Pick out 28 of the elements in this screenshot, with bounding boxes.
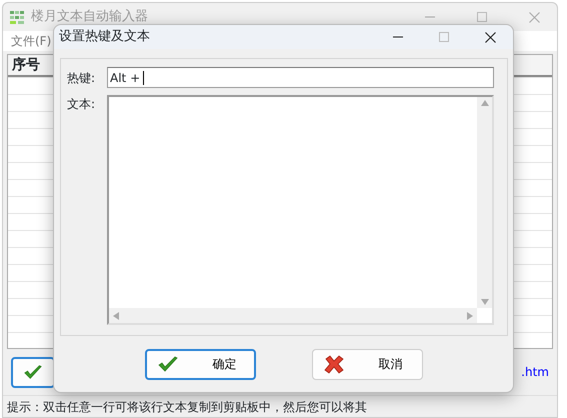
field-label: 热键: [67,70,96,86]
ok-button[interactable] [11,356,55,388]
minimize-icon [425,16,435,18]
scroll-up-icon [480,100,488,106]
field-label: 文本: [67,96,96,113]
hotkey-field[interactable]: Alt + [107,67,494,88]
scroll-left-icon [113,312,119,320]
ok-button[interactable]: 确定 [144,348,256,380]
close-icon [528,12,540,22]
scroll-right-icon [467,312,473,320]
minimize-icon [393,36,403,38]
cancel-button[interactable]: 取消 [312,348,422,380]
menu-item[interactable]: 文件(F) [11,32,52,50]
status-text: 提示：双击任意一行可将该行文本复制到剪贴板中，然后您可以将其 [3,395,557,417]
close-icon [322,354,344,374]
horizontal-scrollbar[interactable] [109,308,477,323]
link[interactable]: .htm [521,363,549,381]
app-icon [9,9,25,25]
check-icon [156,354,178,374]
check-icon [23,362,43,382]
scroll-down-icon [480,299,488,305]
text-area[interactable] [107,95,494,325]
maximize-icon [477,12,487,22]
close-icon [484,32,496,42]
maximize-icon [439,32,449,42]
dialog-title: 设置热键及文本 [59,28,151,46]
vertical-scrollbar[interactable] [477,97,492,308]
window-title: 楼月文本自动输入器 [31,8,149,26]
